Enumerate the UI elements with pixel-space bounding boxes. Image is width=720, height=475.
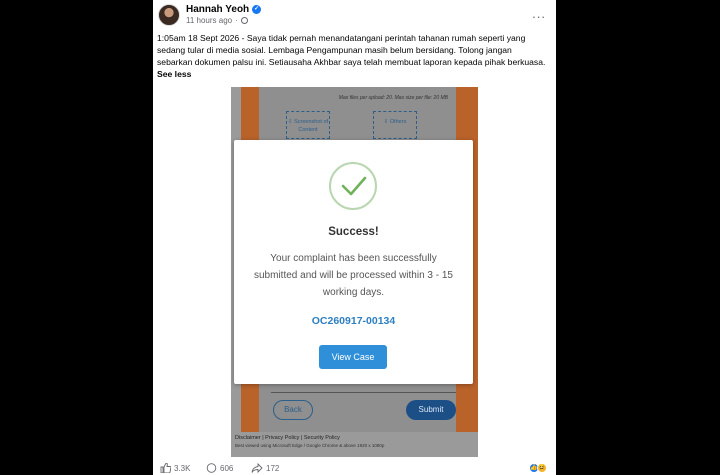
case-id: OC260917-00134: [311, 315, 396, 327]
share-count: 172: [266, 463, 280, 473]
success-check-icon: [329, 162, 377, 210]
upload-screenshot-box: ⇩ Screenshot of Content: [286, 111, 330, 139]
page-backdrop: Hannah Yeoh ✓ 11 hours ago · ... 1:05am …: [0, 0, 720, 475]
reactions-bar: 3.3K 606 172 👍 😆: [153, 461, 556, 475]
post-time[interactable]: 11 hours ago: [186, 16, 232, 25]
see-less-link[interactable]: See less: [157, 69, 191, 79]
submit-button: Submit: [406, 400, 456, 420]
post-body: 1:05am 18 Sept 2026 - Saya tidak pernah …: [157, 33, 546, 67]
back-button: Back: [273, 400, 313, 420]
globe-icon: [240, 17, 248, 24]
share-icon: [251, 463, 263, 473]
reaction-icons[interactable]: 👍 😆: [529, 463, 553, 473]
avatar[interactable]: [158, 4, 180, 26]
post-header: Hannah Yeoh ✓ 11 hours ago · ...: [153, 0, 556, 30]
author-name[interactable]: Hannah Yeoh: [186, 4, 249, 15]
more-options-icon[interactable]: ...: [532, 6, 546, 21]
success-message: Your complaint has been successfully sub…: [254, 253, 453, 298]
comment-count: 606: [220, 463, 234, 473]
post-meta: 11 hours ago ·: [186, 16, 248, 25]
comment-icon: [206, 463, 217, 473]
form-footer: Disclaimer | Privacy Policy | Security P…: [231, 432, 478, 457]
view-case-button[interactable]: View Case: [319, 345, 387, 369]
like-count: 3.3K: [174, 463, 191, 473]
comment-button[interactable]: 606: [206, 463, 233, 473]
upload-limit-text: Max files per upload: 20. Max size per f…: [338, 95, 448, 101]
footer-links: Disclaimer | Privacy Policy | Security P…: [235, 435, 340, 441]
upload-others-box: ⇩ Others: [373, 111, 417, 139]
meta-separator: ·: [235, 16, 238, 25]
verified-badge-icon: ✓: [252, 5, 262, 14]
divider: [271, 392, 456, 393]
haha-reaction-icon: 😆: [537, 463, 547, 473]
success-dialog: Success! Your complaint has been success…: [234, 140, 473, 384]
upload-others-label: Others: [389, 119, 407, 125]
author-row: Hannah Yeoh ✓: [186, 4, 262, 15]
upload-screenshot-label: Screenshot of Content: [294, 119, 329, 133]
success-title: Success!: [328, 226, 379, 238]
share-button[interactable]: 172: [251, 463, 279, 473]
post-text: 1:05am 18 Sept 2026 - Saya tidak pernah …: [157, 32, 547, 80]
thumbs-up-icon: [160, 463, 171, 473]
like-button[interactable]: 3.3K: [160, 463, 190, 473]
footer-note: Best viewed using Microsoft Edge / Googl…: [235, 443, 385, 448]
